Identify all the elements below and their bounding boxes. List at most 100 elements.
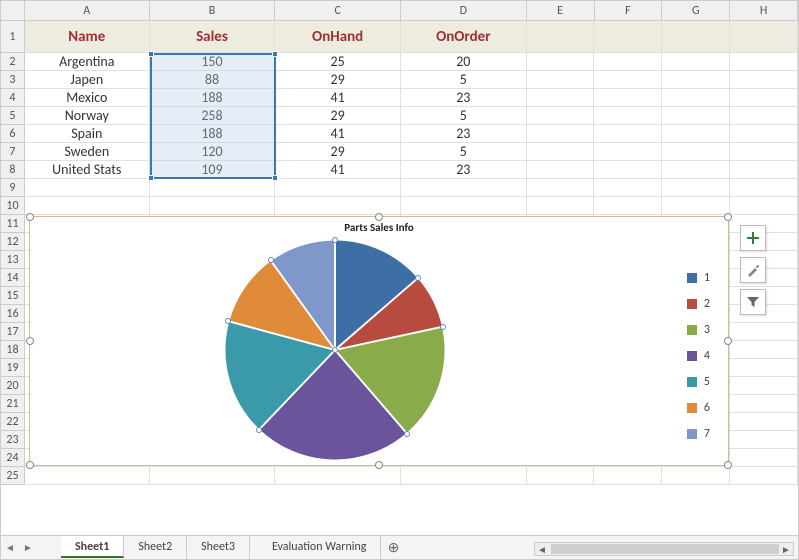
- cell[interactable]: 258: [150, 107, 276, 125]
- cell[interactable]: [401, 197, 527, 215]
- cell[interactable]: [662, 71, 730, 89]
- row-header-20[interactable]: 20: [1, 377, 25, 395]
- cell[interactable]: Name: [25, 21, 150, 53]
- cell[interactable]: Norway: [25, 107, 150, 125]
- row-header-23[interactable]: 23: [1, 431, 25, 449]
- cell[interactable]: Mexico: [25, 89, 150, 107]
- cell[interactable]: [662, 125, 730, 143]
- legend-item-2[interactable]: 2: [687, 291, 710, 317]
- cell[interactable]: [594, 71, 662, 89]
- cell[interactable]: 188: [150, 89, 276, 107]
- sheet-tab-2[interactable]: Sheet2: [124, 536, 187, 559]
- row-header-15[interactable]: 15: [1, 287, 25, 305]
- row-header-7[interactable]: 7: [1, 143, 25, 161]
- cell[interactable]: [662, 161, 730, 179]
- new-sheet-button[interactable]: ⊕: [381, 539, 405, 556]
- cell[interactable]: [401, 467, 527, 485]
- cell[interactable]: 23: [401, 125, 527, 143]
- chart-filters-button[interactable]: [740, 289, 766, 315]
- row-header-2[interactable]: 2: [1, 53, 25, 71]
- cell[interactable]: [730, 341, 798, 359]
- col-header-B[interactable]: B: [150, 1, 276, 21]
- cell[interactable]: [730, 125, 798, 143]
- legend-item-5[interactable]: 5: [687, 369, 710, 395]
- legend-item-1[interactable]: 1: [687, 265, 710, 291]
- row-header-11[interactable]: 11: [1, 215, 25, 233]
- cell[interactable]: [150, 467, 276, 485]
- row-header-8[interactable]: 8: [1, 161, 25, 179]
- cell[interactable]: [662, 179, 730, 197]
- cell[interactable]: [730, 143, 798, 161]
- cell[interactable]: [594, 107, 662, 125]
- cell[interactable]: [527, 21, 595, 53]
- cell[interactable]: [662, 143, 730, 161]
- legend-item-7[interactable]: 7: [687, 421, 710, 447]
- cell[interactable]: United Stats: [25, 161, 150, 179]
- tab-nav-prev[interactable]: ◄: [1, 536, 19, 560]
- cell[interactable]: [594, 21, 662, 53]
- chart-elements-button[interactable]: [740, 225, 766, 251]
- row-header-12[interactable]: 12: [1, 233, 25, 251]
- row-header-25[interactable]: 25: [1, 467, 25, 485]
- row-header-21[interactable]: 21: [1, 395, 25, 413]
- cell[interactable]: [594, 161, 662, 179]
- cell[interactable]: 41: [275, 89, 401, 107]
- row-header-22[interactable]: 22: [1, 413, 25, 431]
- cell[interactable]: 29: [275, 143, 401, 161]
- row-header-24[interactable]: 24: [1, 449, 25, 467]
- cell[interactable]: Sales: [150, 21, 276, 53]
- cell[interactable]: [25, 197, 150, 215]
- sheet-tab-evaluation[interactable]: Evaluation Warning: [258, 536, 382, 559]
- cell[interactable]: [401, 179, 527, 197]
- horizontal-scrollbar[interactable]: ◄►: [534, 542, 794, 556]
- cell[interactable]: Japen: [25, 71, 150, 89]
- row-header-18[interactable]: 18: [1, 341, 25, 359]
- cell[interactable]: [730, 21, 798, 53]
- pie-plot-area[interactable]: [220, 235, 450, 465]
- cell[interactable]: 41: [275, 125, 401, 143]
- cell[interactable]: 29: [275, 71, 401, 89]
- cell[interactable]: [730, 323, 798, 341]
- tab-nav-next[interactable]: ►: [19, 536, 37, 560]
- cell[interactable]: [730, 161, 798, 179]
- cell[interactable]: [730, 197, 798, 215]
- legend-item-3[interactable]: 3: [687, 317, 710, 343]
- cell[interactable]: [527, 53, 595, 71]
- cell[interactable]: [150, 197, 276, 215]
- col-header-F[interactable]: F: [595, 1, 663, 21]
- cell[interactable]: [730, 413, 798, 431]
- cell[interactable]: [527, 161, 595, 179]
- cell[interactable]: Spain: [25, 125, 150, 143]
- cell[interactable]: [527, 467, 595, 485]
- row-header-5[interactable]: 5: [1, 107, 25, 125]
- legend-item-4[interactable]: 4: [687, 343, 710, 369]
- row-header-19[interactable]: 19: [1, 359, 25, 377]
- cell[interactable]: 29: [275, 107, 401, 125]
- cell[interactable]: [594, 143, 662, 161]
- cell[interactable]: 23: [401, 161, 527, 179]
- cell[interactable]: [730, 53, 798, 71]
- cell[interactable]: [25, 179, 150, 197]
- col-header-E[interactable]: E: [527, 1, 595, 21]
- cell[interactable]: 188: [150, 125, 276, 143]
- cell[interactable]: 25: [275, 53, 401, 71]
- col-header-H[interactable]: H: [730, 1, 798, 21]
- cell[interactable]: [730, 107, 798, 125]
- cell[interactable]: [730, 449, 798, 467]
- cell[interactable]: [730, 89, 798, 107]
- chart-styles-button[interactable]: [740, 257, 766, 283]
- cell[interactable]: [730, 359, 798, 377]
- cell[interactable]: [527, 179, 595, 197]
- cell[interactable]: [730, 467, 798, 485]
- col-header-C[interactable]: C: [275, 1, 401, 21]
- cell[interactable]: 23: [401, 89, 527, 107]
- chart-legend[interactable]: 1234567: [687, 265, 710, 447]
- cell[interactable]: [527, 125, 595, 143]
- cell[interactable]: 5: [401, 107, 527, 125]
- row-header-9[interactable]: 9: [1, 179, 25, 197]
- row-header-6[interactable]: 6: [1, 125, 25, 143]
- cell[interactable]: OnOrder: [401, 21, 527, 53]
- cell[interactable]: [730, 71, 798, 89]
- row-header-1[interactable]: 1: [1, 21, 25, 53]
- cell[interactable]: [730, 431, 798, 449]
